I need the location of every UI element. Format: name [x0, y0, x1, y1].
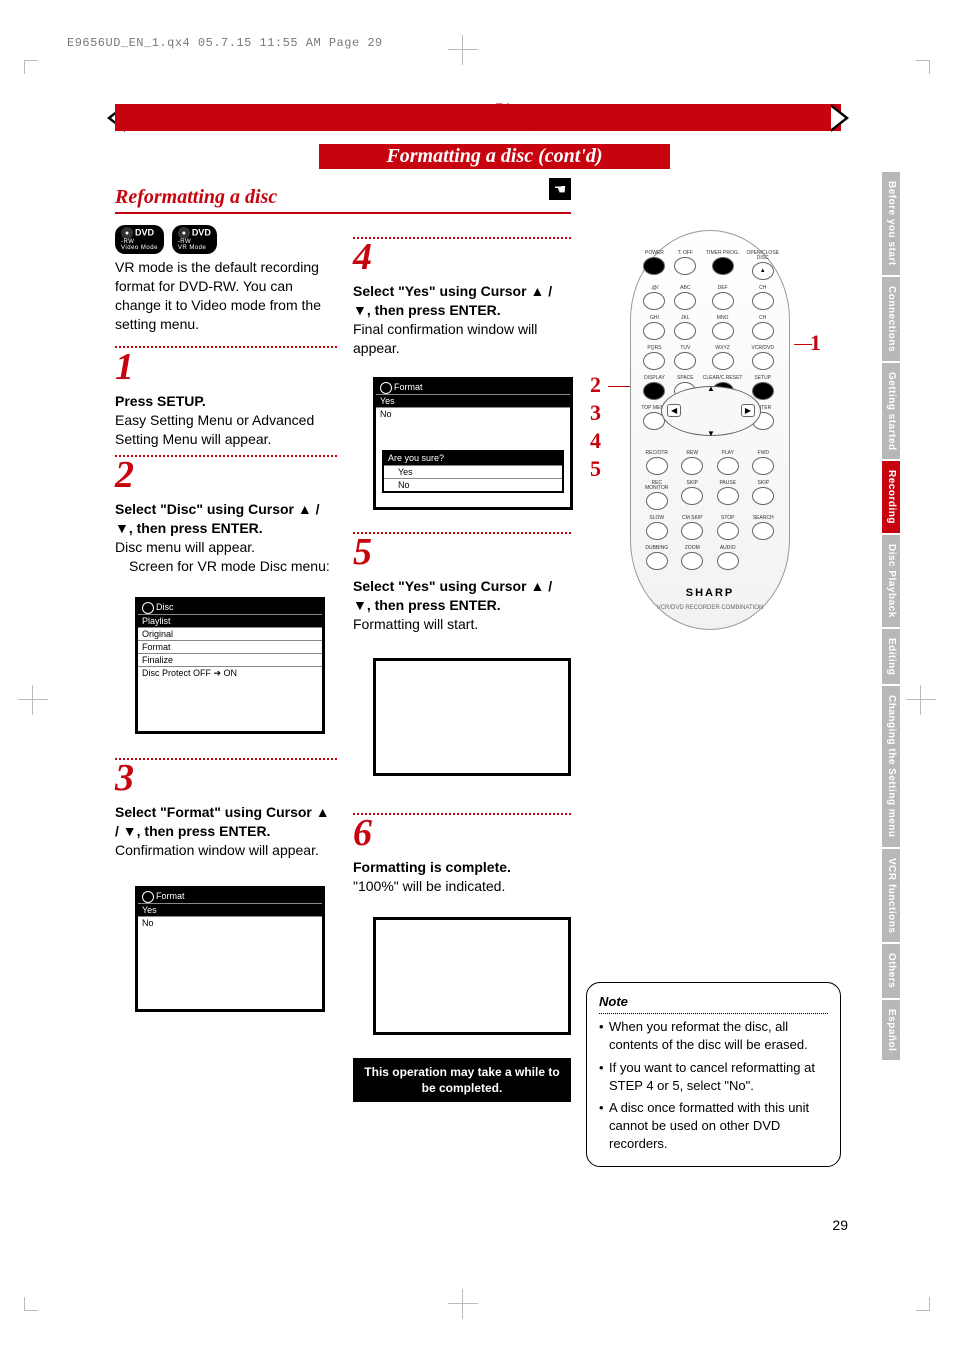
step6-body: "100%" will be indicated.: [353, 877, 571, 896]
side-tab: Disc Playback: [882, 535, 900, 627]
dvd-rw-video-badge: ●DVD-RWVideo Mode: [115, 225, 164, 254]
register-mark: [448, 1289, 478, 1319]
progress-screen-100: Formatting 100%: [373, 917, 571, 1035]
step-number: 5: [353, 531, 372, 573]
page-number: 29: [832, 1217, 848, 1233]
note-heading: Note: [599, 993, 828, 1011]
crop-mark: [916, 1297, 930, 1311]
callout-4: 4: [590, 430, 601, 452]
step1-body: Easy Setting Menu or Advanced Setting Me…: [115, 411, 337, 449]
side-tab: Connections: [882, 277, 900, 361]
step4-heading: Select "Yes" using Cursor ▲ / ▼, then pr…: [353, 282, 571, 320]
progress-screen-90: Formatting 90%: [373, 658, 571, 776]
side-tab: Español: [882, 1000, 900, 1060]
callout-5: 5: [590, 458, 601, 480]
step2-heading: Select "Disc" using Cursor ▲ / ▼, then p…: [115, 500, 337, 538]
step5-heading: Select "Yes" using Cursor ▲ / ▼, then pr…: [353, 577, 571, 615]
step-number: 1: [115, 346, 134, 388]
note-item: When you reformat the disc, all contents…: [599, 1018, 828, 1054]
step2-body2: Screen for VR mode Disc menu:: [115, 557, 337, 576]
step-number: 3: [115, 757, 134, 799]
remote-brand: SHARP: [631, 588, 789, 599]
format-menu1-screen: Format Yes No: [135, 886, 325, 1012]
note-item: A disc once formatted with this unit can…: [599, 1099, 828, 1154]
step3-body: Confirmation window will appear.: [115, 841, 337, 860]
side-tabs: Before you start Connections Getting start…: [882, 172, 900, 1062]
menu-row: No: [138, 916, 322, 929]
side-tab: Recording: [882, 461, 900, 533]
page-info-header: E9656UD_EN_1.qx4 05.7.15 11:55 AM Page 2…: [67, 37, 383, 49]
dvd-rw-vr-badge: ●DVD-RWVR Mode: [172, 225, 217, 254]
crop-mark: [24, 1297, 38, 1311]
step3-heading: Select "Format" using Cursor ▲ / ▼, then…: [115, 803, 337, 841]
callout-3: 3: [590, 402, 601, 424]
register-mark: [18, 685, 48, 715]
menu-row: Original: [138, 627, 322, 640]
menu-row: Playlist: [138, 614, 322, 627]
step-number: 4: [353, 236, 372, 278]
menu-row: Disc Protect OFF ➔ ON: [138, 666, 322, 679]
chapter-title: Recording: [115, 100, 841, 130]
step-number: 2: [115, 454, 134, 496]
format-menu2-screen: Format Yes No Are you sure? Yes No: [373, 377, 573, 510]
disc-menu-screen: Disc Playlist Original Format Finalize D…: [135, 597, 325, 734]
intro-text: VR mode is the default recording format …: [115, 258, 337, 334]
side-tab: Changing the Setting menu: [882, 686, 900, 847]
step-number: 6: [353, 812, 372, 854]
crop-mark: [24, 60, 38, 74]
step2-body1: Disc menu will appear.: [115, 538, 337, 557]
subchapter-title: Formatting a disc (cont'd): [319, 144, 670, 169]
side-tab: Getting started: [882, 363, 900, 460]
side-tab: Editing: [882, 629, 900, 684]
remote-illustration: POWERT. OFFTIMER PROG.OPEN/CLOSE DISC▲.@…: [630, 230, 790, 630]
crop-mark: [916, 60, 930, 74]
note-item: If you want to cancel reformatting at ST…: [599, 1059, 828, 1095]
section-heading: Reformatting a disc: [115, 186, 337, 208]
note-box: Note When you reformat the disc, all con…: [586, 982, 841, 1167]
step1-heading: Press SETUP.: [115, 392, 337, 411]
menu-row: Yes: [138, 903, 322, 916]
callout-2: 2: [590, 374, 601, 396]
remote-brand-sub: VCR/DVD RECORDER COMBINATION: [631, 605, 789, 611]
register-mark: [906, 685, 936, 715]
menu-row: Finalize: [138, 653, 322, 666]
chevron-right-icon: [831, 104, 849, 132]
side-tab: Others: [882, 944, 900, 997]
side-tab: Before you start: [882, 172, 900, 275]
side-tab: VCR functions: [882, 849, 900, 942]
menu-row: Format: [138, 640, 322, 653]
step5-body: Formatting will start.: [353, 615, 571, 634]
step6-heading: Formatting is complete.: [353, 858, 571, 877]
callout-1: 1: [810, 332, 821, 354]
hand-pointer-icon: ☚: [549, 178, 571, 200]
step4-body: Final confirmation window will appear.: [353, 320, 571, 358]
register-mark: [448, 35, 478, 65]
warning-bar: This operation may take a while to be co…: [353, 1058, 571, 1102]
